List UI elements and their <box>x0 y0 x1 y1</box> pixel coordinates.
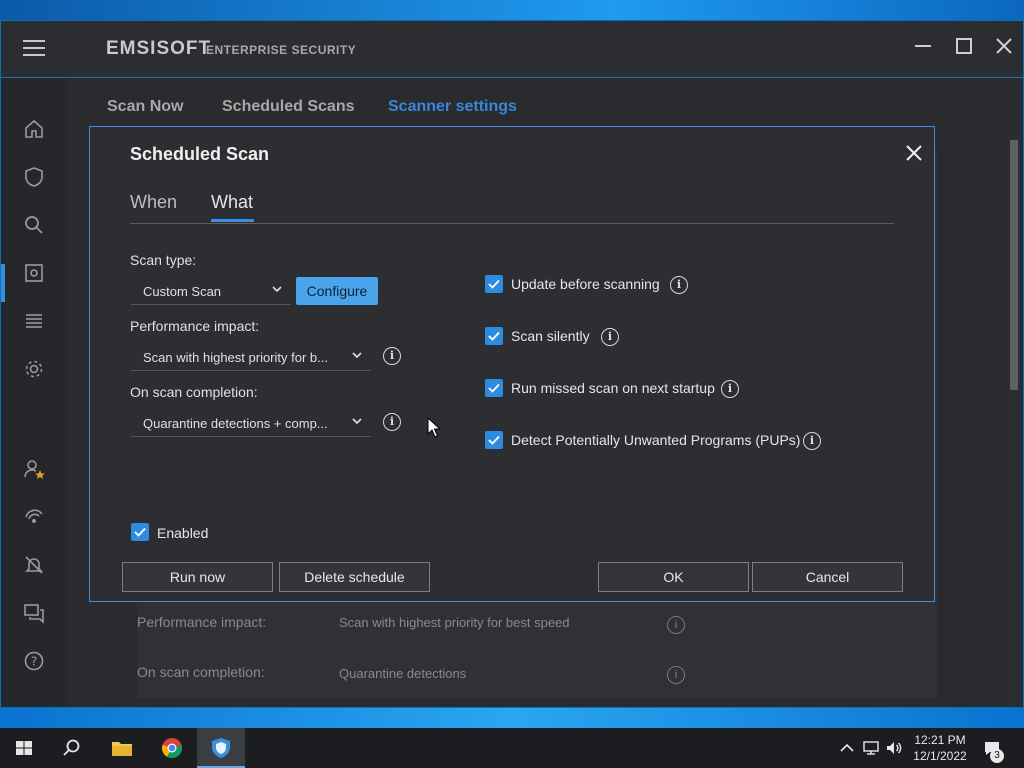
clock-date[interactable]: 12/1/2022 <box>912 749 968 763</box>
info-icon[interactable]: i <box>721 380 739 398</box>
title-bar: EMSISOFT ENTERPRISE SECURITY <box>1 21 1023 77</box>
bg-performance-value[interactable]: Scan with highest priority for best spee… <box>339 615 570 630</box>
scheduled-scan-dialog: Scheduled Scan When What Scan type: Cust… <box>89 126 935 602</box>
home-icon[interactable] <box>23 118 45 140</box>
quarantine-icon[interactable] <box>23 262 45 284</box>
update-before-scanning-label: Update before scanning <box>511 276 660 292</box>
active-tab-indicator <box>211 219 254 222</box>
taskbar-search-button[interactable] <box>48 728 96 768</box>
svg-text:?: ? <box>31 655 37 669</box>
tab-when[interactable]: When <box>130 192 177 213</box>
help-icon[interactable]: ? <box>23 650 45 672</box>
delete-schedule-button[interactable]: Delete schedule <box>279 562 430 592</box>
notification-count-badge: 3 <box>990 749 1004 763</box>
chevron-up-icon[interactable] <box>838 739 856 757</box>
performance-impact-label: Performance impact: <box>130 318 260 334</box>
scan-silently-label: Scan silently <box>511 328 590 344</box>
network-tray-icon[interactable] <box>862 739 880 757</box>
tab-scan-now[interactable]: Scan Now <box>107 98 183 116</box>
taskbar-chrome[interactable] <box>148 728 196 768</box>
update-before-scanning-checkbox[interactable] <box>485 275 503 293</box>
run-missed-scan-label: Run missed scan on next startup <box>511 380 715 396</box>
enabled-checkbox[interactable] <box>131 523 149 541</box>
brand-logo: EMSISOFT <box>106 38 212 59</box>
sidebar-active-indicator <box>1 264 5 302</box>
desktop-background-bottom <box>0 708 1024 728</box>
info-icon[interactable]: i <box>803 432 821 450</box>
tab-scanner-settings[interactable]: Scanner settings <box>388 98 517 116</box>
performance-impact-select[interactable]: Scan with highest priority for b... <box>131 343 371 371</box>
scan-completion-value: Quarantine detections + comp... <box>143 416 328 431</box>
bg-completion-value[interactable]: Quarantine detections <box>339 666 466 681</box>
tab-divider <box>130 223 894 224</box>
hamburger-menu-icon[interactable] <box>23 40 45 58</box>
scan-type-value: Custom Scan <box>143 284 222 299</box>
detect-pups-label: Detect Potentially Unwanted Programs (PU… <box>511 432 801 448</box>
clock-time[interactable]: 12:21 PM <box>912 733 968 747</box>
mouse-cursor-icon <box>427 417 441 438</box>
user-star-icon[interactable] <box>23 458 45 480</box>
run-missed-scan-checkbox[interactable] <box>485 379 503 397</box>
windows-logo-icon <box>16 741 32 755</box>
detect-pups-checkbox[interactable] <box>485 431 503 449</box>
bg-completion-label: On scan completion: <box>137 664 265 680</box>
cancel-button[interactable]: Cancel <box>752 562 903 592</box>
search-icon <box>63 739 80 756</box>
shield-icon[interactable] <box>23 166 45 188</box>
scan-completion-select[interactable]: Quarantine detections + comp... <box>131 409 371 437</box>
taskbar-emsisoft[interactable] <box>197 728 245 768</box>
scrollbar-thumb[interactable] <box>1010 140 1018 390</box>
minimize-icon[interactable] <box>905 31 941 67</box>
logs-icon[interactable] <box>23 310 45 332</box>
info-icon[interactable]: i <box>670 276 688 294</box>
desktop-background-top <box>0 0 1024 20</box>
dialog-title: Scheduled Scan <box>130 144 270 164</box>
chevron-down-icon <box>352 418 362 425</box>
bg-performance-label: Performance impact: <box>137 614 267 630</box>
chat-icon[interactable] <box>23 602 45 624</box>
scan-completion-label: On scan completion: <box>130 384 258 400</box>
sidebar: ? <box>1 77 67 707</box>
scan-silently-checkbox[interactable] <box>485 327 503 345</box>
chevron-down-icon <box>272 286 282 293</box>
tab-what[interactable]: What <box>211 192 253 213</box>
volume-icon[interactable] <box>885 739 903 757</box>
tab-scheduled-scans[interactable]: Scheduled Scans <box>222 98 355 116</box>
scan-type-label: Scan type: <box>130 252 197 268</box>
configure-button[interactable]: Configure <box>296 277 378 305</box>
performance-impact-value: Scan with highest priority for b... <box>143 350 328 365</box>
info-icon[interactable]: i <box>383 347 401 365</box>
info-icon[interactable]: i <box>601 328 619 346</box>
search-icon[interactable] <box>23 214 45 236</box>
brand-subtitle: ENTERPRISE SECURITY <box>206 43 357 57</box>
gear-icon[interactable] <box>23 358 45 380</box>
run-now-button[interactable]: Run now <box>122 562 273 592</box>
taskbar: 12:21 PM 12/1/2022 3 <box>0 728 1024 768</box>
taskbar-file-explorer[interactable] <box>98 728 146 768</box>
chrome-icon <box>162 738 182 759</box>
close-window-icon[interactable] <box>986 31 1022 67</box>
network-icon[interactable] <box>23 506 45 528</box>
info-icon[interactable]: i <box>383 413 401 431</box>
ok-button[interactable]: OK <box>598 562 749 592</box>
notifications-off-icon[interactable] <box>23 554 45 576</box>
dialog-close-icon[interactable] <box>900 139 928 167</box>
emsisoft-shield-icon <box>212 738 230 758</box>
scan-type-select[interactable]: Custom Scan <box>131 277 291 305</box>
content-scrollbar[interactable] <box>1007 134 1021 706</box>
enabled-label: Enabled <box>157 525 209 541</box>
start-button[interactable] <box>0 728 48 768</box>
info-icon[interactable]: i <box>667 616 685 634</box>
maximize-icon[interactable] <box>946 31 982 67</box>
folder-icon <box>112 742 132 756</box>
info-icon[interactable]: i <box>667 666 685 684</box>
chevron-down-icon <box>352 352 362 359</box>
